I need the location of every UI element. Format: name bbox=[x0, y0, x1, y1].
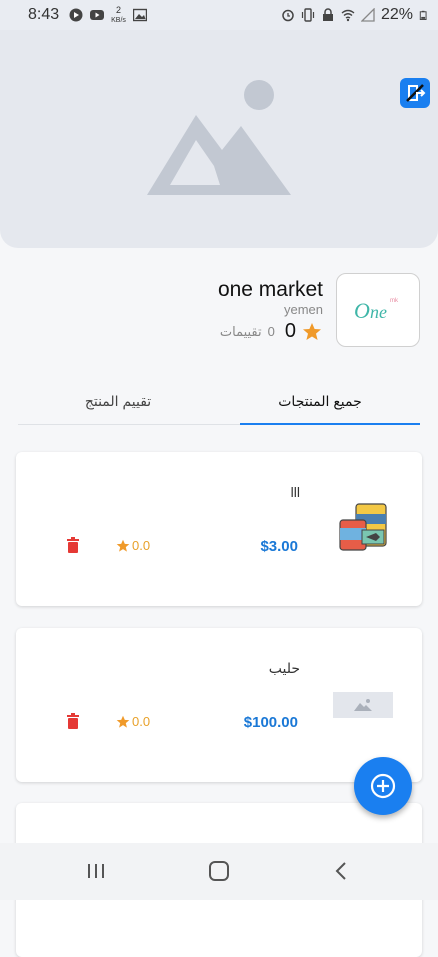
store-banner bbox=[0, 30, 438, 248]
product-price: $100.00 bbox=[243, 714, 298, 731]
product-image bbox=[333, 692, 393, 718]
product-name: lll bbox=[290, 484, 300, 500]
store-logo[interactable]: O ne mk bbox=[336, 273, 420, 347]
product-rating: 0.0 bbox=[116, 538, 150, 553]
add-icon bbox=[370, 773, 396, 799]
back-icon[interactable] bbox=[333, 861, 349, 881]
delete-icon[interactable] bbox=[66, 537, 80, 553]
youtube-icon bbox=[90, 10, 105, 20]
tab-product-rating[interactable]: تقييم المنتج bbox=[18, 378, 218, 424]
image-placeholder-icon bbox=[147, 80, 291, 195]
star-icon bbox=[303, 322, 321, 340]
store-name: one market bbox=[217, 278, 323, 301]
svg-text:O: O bbox=[354, 298, 370, 323]
product-card[interactable]: lll $3.00 0.0 bbox=[16, 452, 422, 606]
product-price: $3.00 bbox=[260, 538, 298, 555]
recent-apps-icon[interactable] bbox=[86, 861, 106, 881]
product-rating: 0.0 bbox=[116, 714, 150, 729]
store-rating: تقييمات 0 0 bbox=[220, 320, 322, 343]
play-store-icon bbox=[69, 8, 83, 22]
signal-icon bbox=[360, 8, 375, 22]
battery-icon bbox=[419, 10, 427, 20]
store-location: yemen bbox=[283, 302, 323, 317]
tab-all-products[interactable]: جميع المنتجات bbox=[220, 378, 420, 425]
rating-value: 0 bbox=[284, 320, 296, 342]
product-card[interactable]: حليب $100.00 0.0 bbox=[16, 628, 422, 782]
star-icon bbox=[116, 539, 130, 552]
store-logo-image: O ne mk bbox=[354, 298, 399, 323]
product-name: حليب bbox=[268, 660, 300, 676]
delete-icon[interactable] bbox=[66, 713, 80, 729]
home-icon[interactable] bbox=[208, 861, 230, 881]
system-nav-bar bbox=[0, 843, 438, 900]
lock-icon bbox=[322, 8, 333, 21]
status-bar: 8:43 2 KB/s 22% bbox=[0, 0, 438, 30]
svg-text:ne: ne bbox=[370, 302, 387, 322]
alarm-icon bbox=[282, 9, 294, 22]
svg-text:mk: mk bbox=[390, 298, 399, 304]
gallery-icon bbox=[132, 8, 147, 22]
vibrate-icon bbox=[301, 8, 315, 22]
wifi-icon bbox=[341, 9, 355, 22]
net-speed-indicator: 2 KB/s bbox=[111, 4, 126, 24]
rating-label: تقييمات bbox=[219, 323, 262, 339]
product-image bbox=[339, 503, 387, 551]
rating-count: 0 bbox=[267, 324, 275, 339]
battery-level: 22% bbox=[380, 6, 413, 23]
exit-icon bbox=[406, 84, 426, 102]
status-time: 8:43 bbox=[28, 6, 60, 23]
exit-button[interactable] bbox=[400, 78, 430, 108]
tab-bar: جميع المنتجات تقييم المنتج bbox=[18, 378, 420, 425]
image-placeholder-icon bbox=[354, 699, 372, 711]
add-product-button[interactable] bbox=[354, 757, 412, 815]
star-icon bbox=[116, 715, 130, 728]
